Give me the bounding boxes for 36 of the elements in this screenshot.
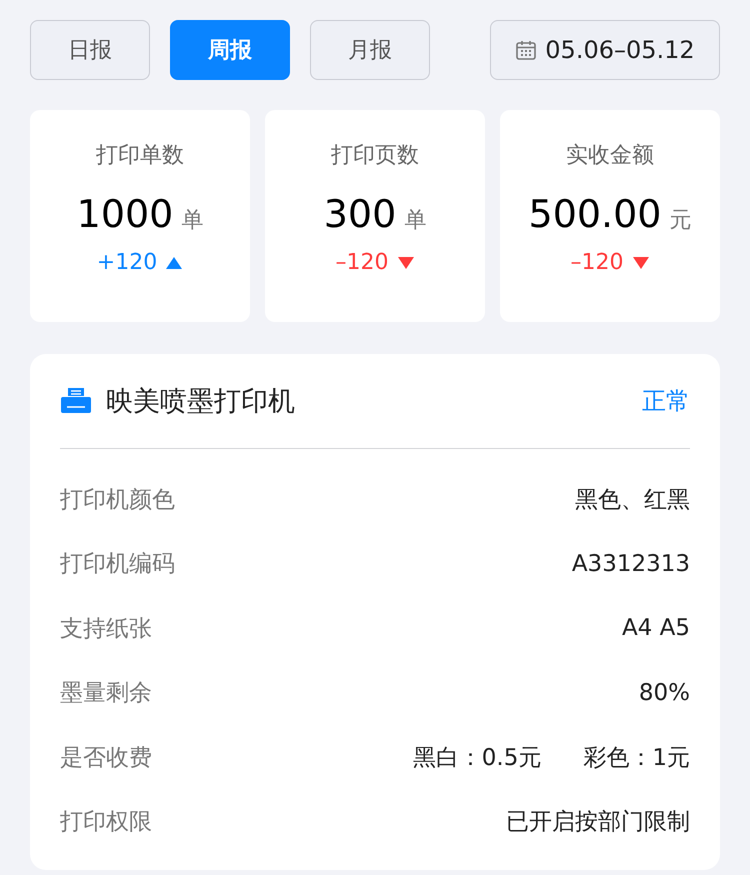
report-tab[interactable]: 月报 (310, 20, 430, 80)
report-tab[interactable]: 周报 (170, 20, 290, 80)
field-label: 打印机颜色 (60, 486, 176, 515)
stat-change: –120 (336, 250, 388, 275)
stat-value: 500.00 (528, 192, 662, 236)
stat-change: –120 (570, 250, 624, 275)
stat-label: 打印单数 (96, 142, 184, 170)
device-name: 映美喷墨打印机 (106, 385, 296, 419)
date-range-button[interactable]: 05.06–05.12 (490, 20, 720, 80)
field-value: 80% (638, 680, 690, 706)
calendar-icon (515, 39, 538, 61)
field-value: A4 A5 (622, 615, 690, 642)
field-label: 墨量剩余 (60, 679, 153, 708)
field-value: 已开启按部门限制 (506, 808, 690, 838)
down-triangle-icon (396, 256, 414, 270)
stat-change: +120 (96, 250, 158, 275)
up-triangle-icon (165, 256, 184, 270)
report-tab[interactable]: 日报 (30, 20, 150, 80)
field-value: 黑色、红黑 (575, 486, 690, 515)
field-label: 打印权限 (60, 808, 153, 838)
down-triangle-icon (632, 256, 650, 270)
stat-unit: 元 (669, 207, 692, 235)
device-status: 正常 (642, 386, 690, 417)
field-value: 黑白：0.5元 (412, 744, 542, 773)
printer-icon (60, 387, 92, 415)
field-label: 是否收费 (60, 744, 153, 773)
stat-value: 300 (324, 192, 396, 236)
stat-unit: 单 (404, 207, 426, 235)
field-value: A3312313 (572, 550, 690, 577)
stat-label: 打印页数 (331, 142, 419, 170)
stat-unit: 单 (181, 207, 204, 235)
stat-label: 实收金额 (566, 142, 654, 170)
stat-value: 1000 (76, 192, 174, 236)
field-value: 彩色：1元 (583, 744, 690, 773)
field-label: 支持纸张 (60, 614, 153, 644)
field-label: 打印机编码 (60, 550, 176, 580)
